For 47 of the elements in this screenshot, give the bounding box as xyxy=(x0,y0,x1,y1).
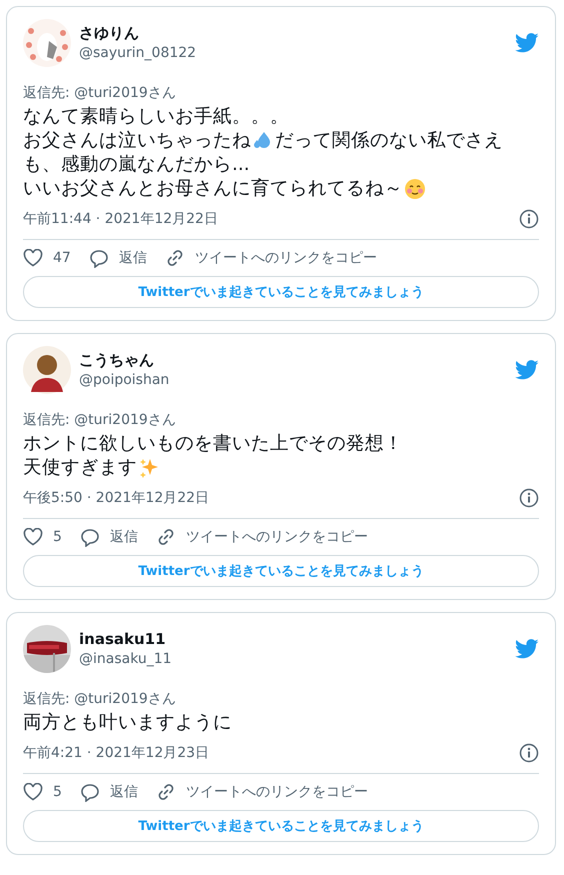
user-handle: @poipoishan xyxy=(79,371,170,390)
reply-to-text: 返信先: @turi2019さん xyxy=(23,84,177,103)
bird-icon xyxy=(515,33,539,53)
info-icon[interactable] xyxy=(519,209,539,229)
comment-icon xyxy=(80,528,100,546)
bird-icon xyxy=(515,639,539,659)
user-name: さゆりん xyxy=(79,23,140,43)
timestamp: 午後5:50 · 2021年12月22日 xyxy=(23,489,210,507)
user-handle: @inasaku_11 xyxy=(79,650,173,669)
info-icon[interactable] xyxy=(519,488,539,508)
like-button[interactable]: 47 xyxy=(23,249,71,267)
link-icon xyxy=(156,527,176,547)
link-icon xyxy=(164,248,185,268)
reply-button[interactable]: 返信 xyxy=(80,782,138,802)
copy-link-button[interactable]: ツイートへのリンクをコピー xyxy=(156,527,368,547)
reply-button[interactable]: 返信 xyxy=(80,528,138,546)
reply-to-text: 返信先: @turi2019さん xyxy=(23,411,177,430)
heart-icon xyxy=(23,528,43,546)
info-icon[interactable] xyxy=(519,743,539,763)
heart-icon xyxy=(23,783,43,801)
copy-link-button[interactable]: ツイートへのリンクをコピー xyxy=(156,782,368,802)
bird-icon xyxy=(515,360,539,380)
tweet-text: ホントに欲しいものを書いた上でその発想！ xyxy=(23,432,403,456)
like-button[interactable]: 5 xyxy=(23,783,62,801)
tweet-text: も、感動の嵐なんだから... xyxy=(23,153,250,177)
heart-icon xyxy=(23,249,43,267)
sparkles-icon xyxy=(138,457,160,479)
tweet-text: お父さんは泣いちゃったね xyxy=(23,129,251,153)
smiling-face-icon xyxy=(404,178,426,200)
link-icon xyxy=(156,782,176,802)
user-name: inasaku11 xyxy=(79,629,167,649)
comment-icon xyxy=(80,782,100,802)
reply-button[interactable]: 返信 xyxy=(88,248,147,268)
reply-to-text: 返信先: @turi2019さん xyxy=(23,690,177,709)
like-button[interactable]: 5 xyxy=(23,528,62,546)
tweet-text: いいお父さんとお母さんに育てられてるね～ xyxy=(23,177,403,201)
timestamp: 午前4:21 · 2021年12月23日 xyxy=(23,744,210,762)
tweet-text: だって関係のない私でさえ xyxy=(275,129,503,153)
copy-link-button[interactable]: ツイートへのリンクをコピー xyxy=(164,248,377,268)
avatar-icon xyxy=(23,346,71,394)
user-handle: @sayurin_08122 xyxy=(79,44,198,63)
tweet-text: 天使すぎます xyxy=(23,456,137,480)
comment-icon xyxy=(88,248,109,268)
user-name: こうちゃん xyxy=(79,350,155,370)
timestamp: 午前11:44 · 2021年12月22日 xyxy=(23,210,218,228)
tweet-text: 両方とも叶いますように xyxy=(23,711,232,735)
tweet-text: なんて素晴らしいお手紙。。。 xyxy=(23,105,289,129)
